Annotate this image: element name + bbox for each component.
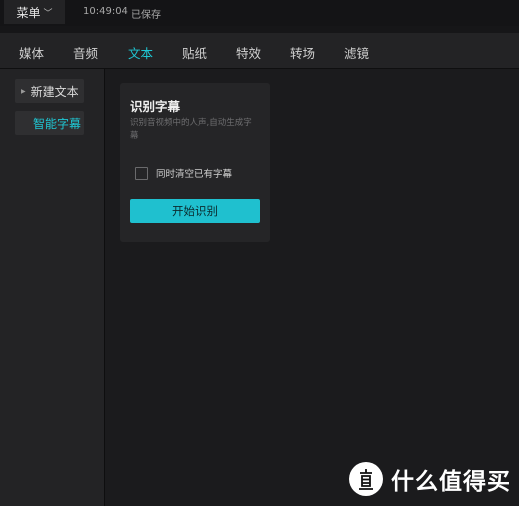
sidebar-item-smart-subtitles[interactable]: 智能字幕 xyxy=(15,111,84,135)
card-description: 识别音视频中的人声,自动生成字幕 xyxy=(130,118,252,141)
app-window: 菜单 ﹀ 10:49:04 已保存 媒体 音频 文本 贴纸 特效 转场 滤镜 ▶… xyxy=(0,0,519,506)
save-status: 已保存 xyxy=(131,10,161,21)
watermark-logo xyxy=(349,462,383,496)
zhi-logo-icon xyxy=(353,466,379,492)
watermark-text: 什么值得买 xyxy=(391,469,511,495)
tab-effects[interactable]: 特效 xyxy=(236,43,261,62)
tab-stickers[interactable]: 贴纸 xyxy=(182,43,207,62)
top-bar: 菜单 ﹀ 10:49:04 已保存 xyxy=(0,0,519,26)
start-recognition-button[interactable]: 开始识别 xyxy=(130,199,260,223)
tab-transitions[interactable]: 转场 xyxy=(290,43,315,62)
save-time: 10:49:04 xyxy=(83,6,128,17)
tab-filters[interactable]: 滤镜 xyxy=(344,43,369,62)
clear-existing-option: 同时清空已有字幕 xyxy=(135,166,232,180)
sidebar-item-label: 新建文本 xyxy=(30,84,79,99)
clear-existing-checkbox[interactable] xyxy=(135,166,148,180)
tab-text[interactable]: 文本 xyxy=(128,43,153,62)
clear-existing-label: 同时清空已有字幕 xyxy=(156,169,233,180)
expand-triangle-icon: ▶ xyxy=(21,87,26,95)
card-title: 识别字幕 xyxy=(130,99,181,114)
sidebar-item-label: 智能字幕 xyxy=(33,116,82,131)
chevron-down-icon: ﹀ xyxy=(43,8,53,19)
menu-label: 菜单 xyxy=(16,5,41,20)
subtitle-recognition-card: 识别字幕 识别音视频中的人声,自动生成字幕 同时清空已有字幕 开始识别 xyxy=(120,83,270,242)
tab-audio[interactable]: 音频 xyxy=(73,43,98,62)
content-panel: 识别字幕 识别音视频中的人声,自动生成字幕 同时清空已有字幕 开始识别 xyxy=(105,69,519,506)
sidebar-item-new-text[interactable]: ▶ 新建文本 xyxy=(15,79,84,103)
asset-tabs: 媒体 音频 文本 贴纸 特效 转场 滤镜 xyxy=(0,33,519,69)
menu-button[interactable]: 菜单 ﹀ xyxy=(4,0,65,24)
tab-media[interactable]: 媒体 xyxy=(19,43,44,62)
watermark: 什么值得买 xyxy=(349,461,511,497)
text-sidebar: ▶ 新建文本 智能字幕 xyxy=(0,69,105,506)
